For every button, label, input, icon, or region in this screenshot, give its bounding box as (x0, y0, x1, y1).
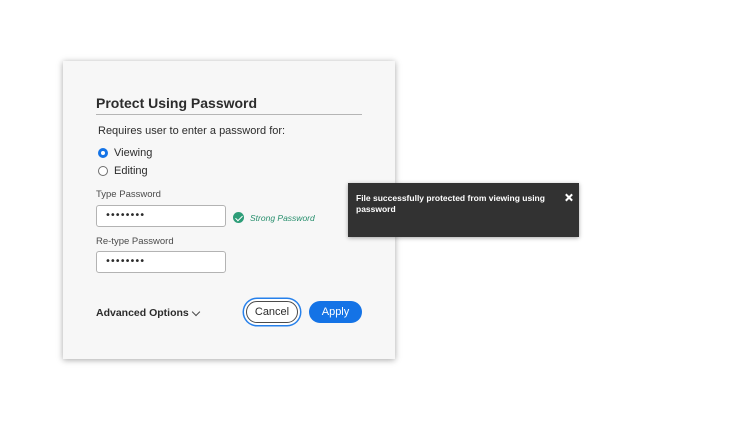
dialog-title: Protect Using Password (96, 95, 258, 111)
retype-password-input[interactable]: •••••••• (96, 251, 226, 273)
title-divider (96, 114, 362, 115)
radio-viewing[interactable]: Viewing (98, 147, 152, 159)
radio-editing-label: Editing (114, 165, 148, 177)
close-icon[interactable] (564, 193, 574, 203)
protect-password-dialog: Protect Using Password Requires user to … (63, 61, 395, 359)
apply-button[interactable]: Apply (309, 301, 362, 323)
radio-selected-icon[interactable] (98, 148, 108, 158)
password-strength-indicator: Strong Password (233, 212, 315, 223)
cancel-button[interactable]: Cancel (246, 301, 298, 323)
success-toast: File successfully protected from viewing… (348, 183, 579, 237)
chevron-down-icon (191, 307, 201, 316)
type-password-input[interactable]: •••••••• (96, 205, 226, 227)
toast-message: File successfully protected from viewing… (356, 193, 545, 214)
password-strength-text: Strong Password (250, 212, 315, 223)
retype-password-label: Re-type Password (96, 236, 174, 247)
radio-editing[interactable]: Editing (98, 165, 148, 177)
checkmark-circle-icon (233, 212, 244, 223)
advanced-options-toggle[interactable]: Advanced Options (96, 307, 201, 319)
dialog-description: Requires user to enter a password for: (98, 125, 286, 137)
radio-unselected-icon[interactable] (98, 166, 108, 176)
radio-viewing-label: Viewing (114, 147, 153, 159)
type-password-label: Type Password (96, 189, 161, 200)
advanced-options-label: Advanced Options (96, 307, 189, 319)
